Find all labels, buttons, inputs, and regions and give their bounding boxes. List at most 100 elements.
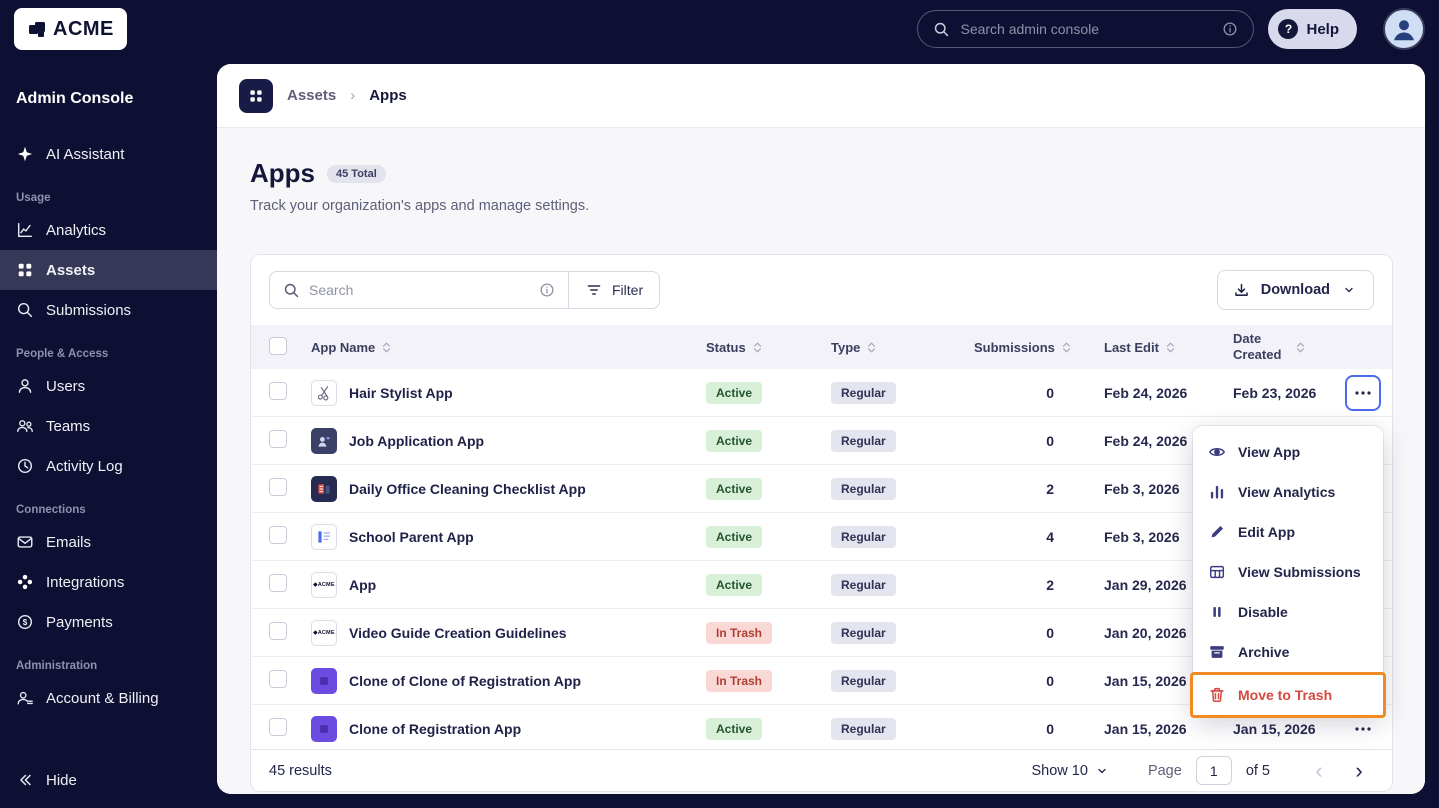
row-checkbox[interactable]	[269, 670, 287, 688]
column-header-status[interactable]: Status	[706, 340, 746, 355]
row-checkbox[interactable]	[269, 382, 287, 400]
column-header-type[interactable]: Type	[831, 340, 860, 355]
trash-icon	[1208, 686, 1226, 704]
page-size-label: Show 10	[1031, 762, 1088, 779]
chevron-right-icon: ›	[350, 87, 356, 104]
integrations-icon	[16, 573, 34, 591]
column-header-app-name[interactable]: App Name	[311, 340, 375, 355]
status-badge: Active	[706, 525, 763, 548]
table-icon	[1208, 563, 1226, 581]
chevron-down-icon	[1098, 768, 1106, 773]
row-checkbox[interactable]	[269, 718, 287, 736]
sidebar-item-teams[interactable]: Teams	[0, 406, 217, 446]
type-badge: Regular	[831, 381, 896, 404]
row-checkbox[interactable]	[269, 478, 287, 496]
sidebar-item-payments[interactable]: $ Payments	[0, 602, 217, 642]
sidebar-item-users[interactable]: Users	[0, 366, 217, 406]
download-icon	[1233, 281, 1251, 299]
acme-logo-mark-icon	[27, 20, 45, 38]
info-icon[interactable]	[1221, 20, 1239, 38]
last-edit-date: Jan 15, 2026	[1104, 720, 1187, 737]
menu-item-disable[interactable]: Disable	[1193, 592, 1383, 632]
row-actions-button[interactable]	[1345, 374, 1381, 411]
app-name[interactable]: Daily Office Cleaning Checklist App	[349, 481, 586, 497]
menu-item-view-submissions[interactable]: View Submissions	[1193, 552, 1383, 592]
sidebar-item-label: Assets	[46, 261, 96, 279]
download-button[interactable]: Download	[1216, 270, 1374, 310]
sidebar-item-submissions[interactable]: Submissions	[0, 290, 217, 330]
app-name[interactable]: School Parent App	[349, 529, 474, 545]
table-search-input[interactable]	[309, 282, 529, 298]
hair-stylist-app-icon	[311, 379, 337, 406]
menu-item-move-to-trash[interactable]: Move to Trash	[1190, 672, 1386, 718]
row-checkbox[interactable]	[269, 574, 287, 592]
logo-text: ACME	[53, 17, 114, 40]
page-title: Apps	[250, 158, 315, 188]
breadcrumb-assets-link[interactable]: Assets	[287, 87, 336, 104]
previous-page-button[interactable]: ‹	[1304, 756, 1334, 786]
sidebar-item-label: AI Assistant	[46, 145, 125, 163]
page-of-label: of 5	[1245, 762, 1270, 779]
info-icon[interactable]	[538, 281, 556, 299]
admin-search-bar[interactable]	[917, 10, 1255, 48]
sidebar-item-integrations[interactable]: Integrations	[0, 562, 217, 602]
app-name[interactable]: Job Application App	[349, 433, 484, 449]
app-name[interactable]: Hair Stylist App	[349, 385, 453, 401]
sidebar-item-emails[interactable]: Emails	[0, 522, 217, 562]
column-header-last-edit[interactable]: Last Edit	[1104, 340, 1159, 355]
filter-button[interactable]: Filter	[568, 271, 661, 309]
menu-item-view-app[interactable]: View App	[1193, 432, 1383, 472]
help-button[interactable]: ? Help	[1268, 9, 1357, 49]
download-label: Download	[1260, 282, 1330, 298]
column-header-date-created[interactable]: Date Created	[1233, 331, 1289, 362]
row-checkbox[interactable]	[269, 430, 287, 448]
table-footer: 45 results Show 10 Page of 5 ‹ ›	[251, 749, 1392, 791]
pencil-icon	[1208, 523, 1226, 541]
row-checkbox[interactable]	[269, 622, 287, 640]
table-search-box[interactable]	[269, 271, 569, 309]
total-count-badge: 45 Total	[327, 164, 386, 183]
next-page-button[interactable]: ›	[1344, 756, 1374, 786]
menu-item-label: View Submissions	[1238, 564, 1361, 580]
sidebar-item-label: Users	[46, 377, 86, 395]
menu-item-edit-app[interactable]: Edit App	[1193, 512, 1383, 552]
menu-item-archive[interactable]: Archive	[1193, 632, 1383, 672]
select-all-checkbox[interactable]	[269, 336, 287, 355]
sidebar-hide-button[interactable]: Hide	[0, 760, 217, 800]
app-name[interactable]: App	[349, 577, 376, 593]
sidebar-item-activity-log[interactable]: Activity Log	[0, 446, 217, 486]
svg-text:$: $	[23, 618, 28, 627]
app-name[interactable]: Video Guide Creation Guidelines	[349, 625, 567, 641]
topbar: ACME ? Help	[0, 0, 1439, 58]
acme-logo[interactable]: ACME	[14, 8, 127, 50]
page-number-input[interactable]	[1195, 756, 1232, 785]
clock-icon	[16, 457, 34, 475]
column-header-submissions[interactable]: Submissions	[974, 340, 1055, 355]
sidebar-item-account-billing[interactable]: Account & Billing	[0, 678, 217, 718]
acme-app-icon: ◆ACME	[311, 571, 337, 598]
sidebar-item-label: Account & Billing	[46, 689, 159, 707]
sidebar-item-analytics[interactable]: Analytics	[0, 210, 217, 250]
table-row[interactable]: Hair Stylist App Active Regular 0 Feb 24…	[251, 369, 1392, 417]
sidebar-item-ai-assistant[interactable]: AI Assistant	[0, 134, 217, 174]
app-name[interactable]: Clone of Clone of Registration App	[349, 673, 581, 689]
chevron-down-icon	[1340, 281, 1358, 299]
last-edit-date: Feb 24, 2026	[1104, 384, 1188, 401]
cleaning-checklist-app-icon	[311, 475, 337, 502]
type-badge: Regular	[831, 621, 896, 644]
pause-icon	[1208, 603, 1226, 621]
app-name[interactable]: Clone of Registration App	[349, 721, 521, 737]
admin-search-input[interactable]	[960, 21, 1212, 37]
user-avatar[interactable]	[1383, 8, 1425, 50]
type-badge: Regular	[831, 669, 896, 692]
user-icon	[16, 377, 34, 395]
sidebar-item-assets[interactable]: Assets	[0, 250, 217, 290]
row-checkbox[interactable]	[269, 526, 287, 544]
menu-item-view-analytics[interactable]: View Analytics	[1193, 472, 1383, 512]
registration-app-icon	[311, 667, 337, 694]
page-size-select[interactable]: Show 10	[1032, 763, 1108, 779]
sidebar-item-label: Integrations	[46, 573, 125, 591]
question-icon: ?	[1278, 19, 1299, 39]
type-badge: Regular	[831, 429, 896, 452]
status-badge: Active	[706, 573, 763, 596]
